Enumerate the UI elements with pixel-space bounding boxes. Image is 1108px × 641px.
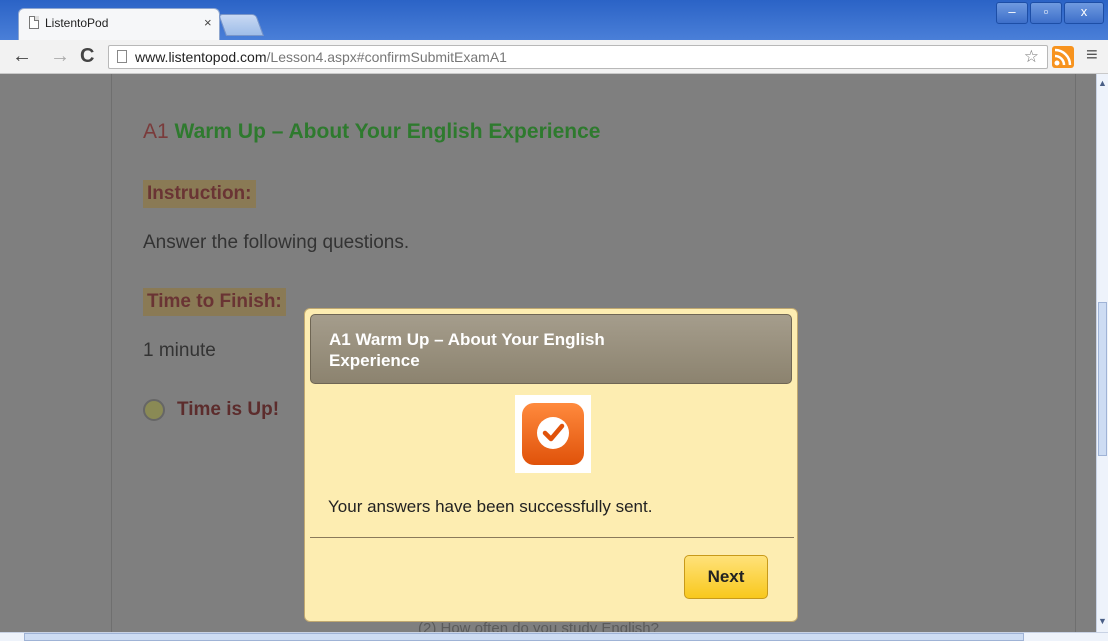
- new-tab-button[interactable]: [217, 14, 265, 36]
- title-bar: ListentoPod × – ▫ x: [0, 0, 1108, 40]
- instruction-label: Instruction:: [143, 180, 256, 208]
- browser-toolbar: ← → C www.listentopod.com/Lesson4.aspx#c…: [0, 40, 1108, 74]
- page-icon: [117, 50, 127, 63]
- success-tile: [522, 403, 584, 465]
- time-up-status: Time is Up!: [143, 399, 279, 421]
- success-image: [515, 395, 591, 473]
- page-icon: [29, 16, 39, 29]
- checkmark-icon: [537, 417, 569, 449]
- instruction-text: Answer the following questions.: [143, 232, 410, 253]
- clock-icon: [143, 399, 165, 421]
- scroll-down-icon[interactable]: ▼: [1097, 616, 1108, 626]
- window-controls: – ▫ x: [994, 2, 1104, 24]
- dialog-message: Your answers have been successfully sent…: [328, 497, 653, 516]
- close-window-button[interactable]: x: [1064, 2, 1104, 24]
- lesson-heading: A1 Warm Up – About Your English Experien…: [143, 120, 601, 143]
- confirmation-dialog: A1 Warm Up – About Your English Experien…: [304, 308, 798, 622]
- star-icon[interactable]: ☆: [1024, 47, 1039, 67]
- url-text: www.listentopod.com/Lesson4.aspx#confirm…: [135, 49, 507, 65]
- reload-icon[interactable]: C: [80, 45, 94, 67]
- scroll-up-icon[interactable]: ▲: [1097, 78, 1108, 88]
- dialog-header: A1 Warm Up – About Your English Experien…: [310, 314, 792, 384]
- time-value: 1 minute: [143, 340, 216, 361]
- scrollbar-thumb[interactable]: [1098, 302, 1107, 456]
- tab-title: ListentoPod: [45, 16, 109, 30]
- minimize-button[interactable]: –: [996, 2, 1028, 24]
- forward-arrow-icon[interactable]: →: [50, 45, 70, 67]
- rss-icon[interactable]: [1052, 46, 1074, 68]
- horizontal-scrollbar[interactable]: [0, 632, 1108, 641]
- restore-button[interactable]: ▫: [1030, 2, 1062, 24]
- next-button[interactable]: Next: [684, 555, 768, 599]
- dialog-title: A1 Warm Up – About Your English Experien…: [329, 330, 605, 370]
- back-arrow-icon[interactable]: ←: [12, 45, 32, 67]
- address-bar[interactable]: www.listentopod.com/Lesson4.aspx#confirm…: [108, 45, 1048, 69]
- scrollbar-thumb[interactable]: [24, 633, 1024, 641]
- close-tab-icon[interactable]: ×: [204, 15, 212, 30]
- time-label: Time to Finish:: [143, 288, 286, 316]
- menu-icon[interactable]: ≡: [1086, 44, 1098, 67]
- dialog-divider: [310, 537, 794, 538]
- browser-tab[interactable]: ListentoPod ×: [18, 8, 220, 40]
- vertical-scrollbar[interactable]: ▲ ▼: [1096, 74, 1108, 632]
